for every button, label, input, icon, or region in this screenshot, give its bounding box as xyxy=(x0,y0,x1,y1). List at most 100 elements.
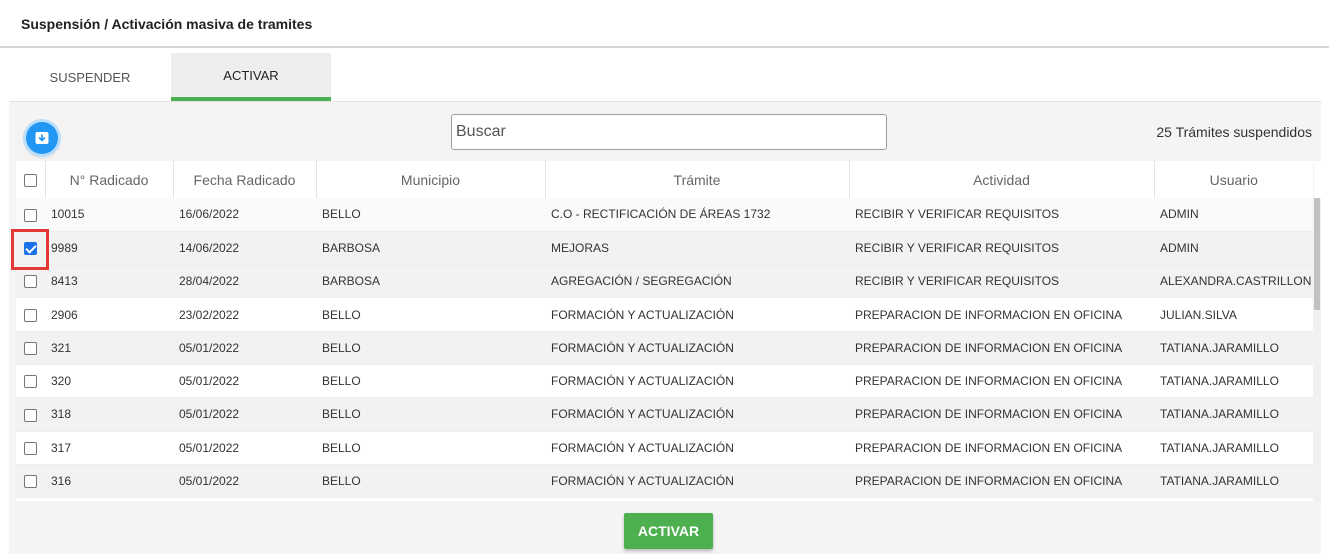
fecha-cell: 16/06/2022 xyxy=(173,198,316,232)
tab-activar[interactable]: ACTIVAR xyxy=(171,53,331,101)
select-all-cell xyxy=(16,161,46,198)
scrollbar-thumb[interactable] xyxy=(1314,198,1320,310)
column-header-tramite[interactable]: Trámite xyxy=(545,161,850,198)
table-row[interactable]: 321 05/01/2022 BELLO FORMACIÓN Y ACTUALI… xyxy=(16,331,1313,365)
page-title: Suspensión / Activación masiva de tramit… xyxy=(21,16,313,32)
radicado-cell: 2906 xyxy=(45,297,173,332)
column-header-radicado[interactable]: N° Radicado xyxy=(45,161,174,198)
table-row[interactable]: 317 05/01/2022 BELLO FORMACIÓN Y ACTUALI… xyxy=(16,431,1313,465)
actividad-cell: RECIBIR Y VERIFICAR REQUISITOS xyxy=(849,198,1154,232)
tramite-cell: MEJORAS xyxy=(545,231,849,266)
row-select-cell xyxy=(16,464,45,499)
municipio-cell: BELLO xyxy=(316,364,545,399)
tab-bar: SUSPENDER ACTIVAR xyxy=(9,53,1319,101)
row-checkbox[interactable] xyxy=(24,275,37,289)
table-scrollbar[interactable] xyxy=(1313,198,1321,501)
municipio-cell: BELLO xyxy=(316,198,545,232)
table-row[interactable]: 316 05/01/2022 BELLO FORMACIÓN Y ACTUALI… xyxy=(16,464,1313,499)
tramite-cell: FORMACIÓN Y ACTUALIZACIÓN xyxy=(545,431,849,465)
tramite-cell: FORMACIÓN Y ACTUALIZACIÓN xyxy=(545,364,849,399)
usuario-cell: TATIANA.JARAMILLO xyxy=(1154,431,1313,465)
selection-highlight-box xyxy=(11,229,49,270)
row-checkbox[interactable] xyxy=(24,408,37,422)
actividad-cell: PREPARACION DE INFORMACION EN OFICINA xyxy=(849,397,1154,432)
tramite-cell: FORMACIÓN Y ACTUALIZACIÓN xyxy=(545,297,849,332)
radicado-cell: 9989 xyxy=(45,231,173,266)
export-button[interactable] xyxy=(26,122,58,154)
radicado-cell: 320 xyxy=(45,364,173,399)
usuario-cell: ALEXANDRA.CASTRILLON xyxy=(1154,264,1313,299)
search-input[interactable] xyxy=(451,114,887,150)
table-row[interactable]: 318 05/01/2022 BELLO FORMACIÓN Y ACTUALI… xyxy=(16,397,1313,432)
tab-suspender[interactable]: SUSPENDER xyxy=(9,53,171,101)
tramite-cell: AGREGACIÓN / SEGREGACIÓN xyxy=(545,264,849,299)
radicado-cell: 318 xyxy=(45,397,173,432)
activate-button[interactable]: ACTIVAR xyxy=(624,513,713,549)
fecha-cell: 05/01/2022 xyxy=(173,431,316,465)
radicado-cell: 8413 xyxy=(45,264,173,299)
table-row[interactable]: 2906 23/02/2022 BELLO FORMACIÓN Y ACTUAL… xyxy=(16,297,1313,332)
table-body: 10015 16/06/2022 BELLO C.O - RECTIFICACI… xyxy=(16,198,1313,499)
table-row[interactable]: 10015 16/06/2022 BELLO C.O - RECTIFICACI… xyxy=(16,198,1313,232)
actividad-cell: PREPARACION DE INFORMACION EN OFICINA xyxy=(849,297,1154,332)
row-checkbox[interactable] xyxy=(24,208,37,222)
row-checkbox[interactable] xyxy=(24,475,37,489)
row-select-cell xyxy=(16,297,45,332)
tramites-table: N° Radicado Fecha Radicado Municipio Trá… xyxy=(16,161,1321,501)
table-row[interactable]: 8413 28/04/2022 BARBOSA AGREGACIÓN / SEG… xyxy=(16,264,1313,299)
row-checkbox[interactable] xyxy=(24,375,37,389)
row-select-cell xyxy=(16,397,45,432)
actividad-cell: PREPARACION DE INFORMACION EN OFICINA xyxy=(849,464,1154,499)
fecha-cell: 05/01/2022 xyxy=(173,464,316,499)
usuario-cell: TATIANA.JARAMILLO xyxy=(1154,397,1313,432)
page-header: Suspensión / Activación masiva de tramit… xyxy=(0,0,1329,48)
row-checkbox[interactable] xyxy=(24,342,37,355)
usuario-cell: TATIANA.JARAMILLO xyxy=(1154,331,1313,365)
fecha-cell: 05/01/2022 xyxy=(173,331,316,365)
fecha-cell: 05/01/2022 xyxy=(173,397,316,432)
select-all-checkbox[interactable] xyxy=(23,174,37,188)
radicado-cell: 316 xyxy=(45,464,173,499)
row-checkbox[interactable] xyxy=(24,441,37,455)
download-box-icon xyxy=(35,132,49,144)
radicado-cell: 317 xyxy=(45,431,173,465)
column-header-municipio[interactable]: Municipio xyxy=(316,161,546,198)
tramite-cell: C.O - RECTIFICACIÓN DE ÁREAS 1732 xyxy=(545,198,849,232)
usuario-cell: TATIANA.JARAMILLO xyxy=(1154,464,1313,499)
tramite-cell: FORMACIÓN Y ACTUALIZACIÓN xyxy=(545,331,849,365)
table-header: N° Radicado Fecha Radicado Municipio Trá… xyxy=(16,161,1313,198)
row-select-cell xyxy=(16,431,45,465)
municipio-cell: BARBOSA xyxy=(316,264,545,299)
municipio-cell: BELLO xyxy=(316,464,545,499)
usuario-cell: ADMIN xyxy=(1154,231,1313,266)
municipio-cell: BELLO xyxy=(316,331,545,365)
actividad-cell: RECIBIR Y VERIFICAR REQUISITOS xyxy=(849,264,1154,299)
column-header-fecha[interactable]: Fecha Radicado xyxy=(173,161,317,198)
fecha-cell: 14/06/2022 xyxy=(173,231,316,266)
fecha-cell: 05/01/2022 xyxy=(173,364,316,399)
usuario-cell: ADMIN xyxy=(1154,198,1313,232)
municipio-cell: BELLO xyxy=(316,431,545,465)
radicado-cell: 10015 xyxy=(45,198,173,232)
suspended-count: 25 Trámites suspendidos xyxy=(1156,124,1312,140)
table-row[interactable]: 320 05/01/2022 BELLO FORMACIÓN Y ACTUALI… xyxy=(16,364,1313,399)
actividad-cell: PREPARACION DE INFORMACION EN OFICINA xyxy=(849,331,1154,365)
usuario-cell: TATIANA.JARAMILLO xyxy=(1154,364,1313,399)
actividad-cell: RECIBIR Y VERIFICAR REQUISITOS xyxy=(849,231,1154,266)
tramite-cell: FORMACIÓN Y ACTUALIZACIÓN xyxy=(545,464,849,499)
municipio-cell: BELLO xyxy=(316,297,545,332)
municipio-cell: BELLO xyxy=(316,397,545,432)
actividad-cell: PREPARACION DE INFORMACION EN OFICINA xyxy=(849,431,1154,465)
row-checkbox[interactable] xyxy=(24,308,37,322)
fecha-cell: 28/04/2022 xyxy=(173,264,316,299)
fecha-cell: 23/02/2022 xyxy=(173,297,316,332)
municipio-cell: BARBOSA xyxy=(316,231,545,266)
usuario-cell: JULIAN.SILVA xyxy=(1154,297,1313,332)
column-header-actividad[interactable]: Actividad xyxy=(849,161,1155,198)
actividad-cell: PREPARACION DE INFORMACION EN OFICINA xyxy=(849,364,1154,399)
row-select-cell xyxy=(16,364,45,399)
row-select-cell xyxy=(16,198,45,232)
radicado-cell: 321 xyxy=(45,331,173,365)
column-header-usuario[interactable]: Usuario xyxy=(1154,161,1313,198)
table-row[interactable]: 9989 14/06/2022 BARBOSA MEJORAS RECIBIR … xyxy=(16,231,1313,266)
